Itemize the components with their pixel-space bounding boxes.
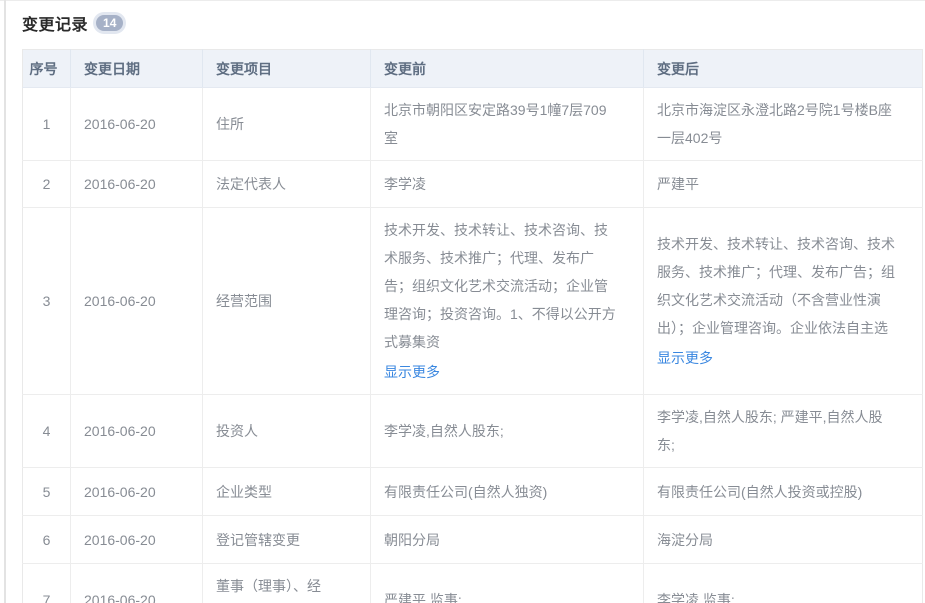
table-header: 序号 变更日期 变更项目 变更前 变更后 xyxy=(22,49,923,88)
cell-text: 技术开发、技术转让、技术咨询、技术服务、技术推广；代理、发布广告；组织文化艺术交… xyxy=(384,222,616,350)
cell-text: 严建平,监事; xyxy=(384,592,462,603)
table-row: 2 2016-06-20 法定代表人 李学凌 严建平 xyxy=(22,160,923,208)
cell-text: 2016-06-20 xyxy=(84,423,156,439)
cell-date: 2016-06-20 xyxy=(70,515,203,564)
cell-before: 严建平,监事; xyxy=(370,563,644,603)
cell-after: 海淀分局 xyxy=(643,515,923,564)
cell-date: 2016-06-20 xyxy=(70,160,203,208)
cell-text: 北京市海淀区永澄北路2号院1号楼B座一层402号 xyxy=(657,102,892,146)
cell-text: 李学凌,自然人股东; 严建平,自然人股东; xyxy=(657,409,883,453)
table-row: 1 2016-06-20 住所 北京市朝阳区安定路39号1幢7层709室 北京市海淀区永… xyxy=(22,87,923,161)
cell-date: 2016-06-20 xyxy=(70,87,203,161)
cell-text: 2 xyxy=(42,176,51,192)
cell-text: 4 xyxy=(42,423,51,439)
section-header: 变更记录 14 xyxy=(22,11,925,35)
cell-text: 李学凌,监事; xyxy=(657,592,735,603)
column-header-date: 变更日期 xyxy=(70,49,203,88)
cell-index: 1 xyxy=(22,87,71,161)
show-more-link[interactable]: 显示更多 xyxy=(657,344,713,372)
cell-text: 登记管辖变更 xyxy=(216,531,300,548)
cell-text: 投资人 xyxy=(216,423,258,439)
cell-text: 7 xyxy=(42,592,51,603)
cell-after: 技术开发、技术转让、技术咨询、技术服务、技术推广；代理、发布广告；组织文化艺术交… xyxy=(643,207,923,395)
table-row: 3 2016-06-20 经营范围 技术开发、技术转让、技术咨询、技术服务、技术推广；… xyxy=(22,207,923,395)
page-left-edge xyxy=(4,0,6,603)
cell-before: 朝阳分局 xyxy=(370,515,644,564)
change-table-body: 1 2016-06-20 住所 北京市朝阳区安定路39号1幢7层709室 北京市海淀区永… xyxy=(22,87,923,603)
cell-item: 经营范围 xyxy=(202,207,371,395)
header-row: 序号 变更日期 变更项目 变更前 变更后 xyxy=(22,49,923,88)
cell-before: 李学凌 xyxy=(370,160,644,208)
cell-after: 李学凌,自然人股东; 严建平,自然人股东; xyxy=(643,394,923,468)
cell-text: 5 xyxy=(42,483,51,500)
table-row: 7 2016-06-20 董事（理事）、经理、监事严建平,监事; 李学凌,监事; xyxy=(22,563,923,603)
cell-text: 法定代表人 xyxy=(216,176,286,192)
cell-text: 董事（理事）、经理、监事 xyxy=(216,578,321,594)
cell-index: 5 xyxy=(22,467,71,516)
cell-text: 李学凌 xyxy=(384,176,426,192)
column-header-before: 变更前 xyxy=(370,49,644,88)
cell-index: 7 xyxy=(22,563,71,603)
cell-index: 2 xyxy=(22,160,71,208)
cell-text: 海淀分局 xyxy=(657,531,713,548)
cell-after: 李学凌,监事; xyxy=(643,563,923,603)
cell-text: 3 xyxy=(42,293,51,309)
cell-text: 2016-06-20 xyxy=(84,531,156,548)
count-badge: 14 xyxy=(96,15,124,31)
cell-before: 技术开发、技术转让、技术咨询、技术服务、技术推广；代理、发布广告；组织文化艺术交… xyxy=(370,207,644,395)
cell-text: 严建平 xyxy=(657,176,699,192)
column-header-index: 序号 xyxy=(22,49,71,88)
cell-date: 2016-06-20 xyxy=(70,467,203,516)
cell-text: 经营范围 xyxy=(216,293,272,309)
table-row: 5 2016-06-20 企业类型 有限责任公司(自然人独资) 有限责任公司(自然人投资… xyxy=(22,467,923,516)
cell-index: 3 xyxy=(22,207,71,395)
cell-date: 2016-06-20 xyxy=(70,394,203,468)
cell-item: 投资人 xyxy=(202,394,371,468)
show-more-link[interactable]: 显示更多 xyxy=(384,358,440,386)
cell-before: 北京市朝阳区安定路39号1幢7层709室 xyxy=(370,87,644,161)
change-records-section: 变更记录 14 序号 变更日期 变更项目 变更前 变更后 1 2016-06-20… xyxy=(0,1,925,603)
column-header-item: 变更项目 xyxy=(202,49,371,88)
cell-index: 4 xyxy=(22,394,71,468)
cell-date: 2016-06-20 xyxy=(70,207,203,395)
cell-text: 李学凌,自然人股东; xyxy=(384,423,504,439)
cell-item: 住所 xyxy=(202,87,371,161)
cell-text: 技术开发、技术转让、技术咨询、技术服务、技术推广；代理、发布广告；组织文化艺术交… xyxy=(657,236,895,336)
cell-item: 法定代表人 xyxy=(202,160,371,208)
table-row: 6 2016-06-20 登记管辖变更 朝阳分局 海淀分局 xyxy=(22,515,923,564)
cell-text: 2016-06-20 xyxy=(84,592,156,603)
cell-after: 有限责任公司(自然人投资或控股) xyxy=(643,467,923,516)
cell-after: 严建平 xyxy=(643,160,923,208)
change-records-table: 序号 变更日期 变更项目 变更前 变更后 1 2016-06-20 住所 北京市朝阳区… xyxy=(22,49,923,603)
cell-text: 企业类型 xyxy=(216,483,272,500)
column-header-after: 变更后 xyxy=(643,49,923,88)
cell-item: 企业类型 xyxy=(202,467,371,516)
cell-text: 2016-06-20 xyxy=(84,293,156,309)
cell-text: 朝阳分局 xyxy=(384,531,440,548)
cell-text: 住所 xyxy=(216,116,244,132)
cell-text: 有限责任公司(自然人投资或控股) xyxy=(657,483,863,500)
cell-before: 有限责任公司(自然人独资) xyxy=(370,467,644,516)
cell-text: 北京市朝阳区安定路39号1幢7层709室 xyxy=(384,102,607,146)
cell-after: 北京市海淀区永澄北路2号院1号楼B座一层402号 xyxy=(643,87,923,161)
cell-index: 6 xyxy=(22,515,71,564)
cell-text: 6 xyxy=(42,531,51,548)
cell-text: 2016-06-20 xyxy=(84,176,156,192)
cell-text: 2016-06-20 xyxy=(84,483,156,500)
cell-item: 登记管辖变更 xyxy=(202,515,371,564)
cell-text: 有限责任公司(自然人独资) xyxy=(384,483,548,500)
table-row: 4 2016-06-20 投资人 李学凌,自然人股东; 李学凌,自然人股东; 严建平,自… xyxy=(22,394,923,468)
cell-text: 2016-06-20 xyxy=(84,116,156,132)
cell-date: 2016-06-20 xyxy=(70,563,203,603)
cell-item: 董事（理事）、经理、监事 xyxy=(202,563,371,603)
cell-text: 1 xyxy=(42,116,51,132)
cell-before: 李学凌,自然人股东; xyxy=(370,394,644,468)
section-title: 变更记录 xyxy=(22,17,89,34)
